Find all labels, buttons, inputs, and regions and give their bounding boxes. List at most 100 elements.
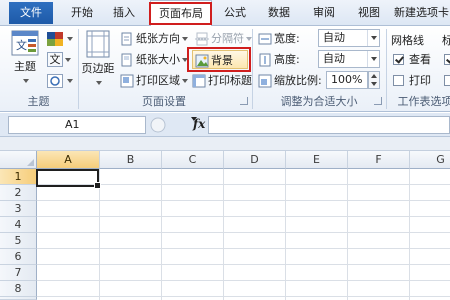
active-cell-a1[interactable] [36, 169, 101, 189]
tab-view[interactable]: 视图 [348, 0, 390, 26]
theme-colors-button[interactable] [47, 29, 73, 48]
chevron-down-icon [23, 79, 29, 83]
column-header[interactable]: B [100, 151, 162, 169]
chevron-down-icon [367, 30, 379, 46]
gridlines-print-label: 打印 [409, 74, 431, 87]
row-header[interactable]: 3 [0, 201, 37, 217]
breaks-label: 分隔符 [211, 32, 244, 45]
grid-line [37, 296, 450, 297]
theme-fonts-button[interactable]: 文 [47, 50, 71, 69]
themes-button[interactable]: 文 主题 [7, 28, 43, 90]
breaks-button[interactable]: 分隔符 [195, 29, 252, 48]
tab-review[interactable]: 审阅 [303, 0, 345, 26]
name-box[interactable]: A1 [8, 116, 197, 134]
scale-label: 缩放比例: [274, 74, 322, 87]
scale-launcher-icon[interactable] [374, 97, 382, 105]
row-header[interactable]: 8 [0, 281, 37, 297]
grid-line [37, 248, 450, 249]
tab-new-tab[interactable]: 新建选项卡 [394, 0, 450, 26]
name-box-value: A1 [65, 118, 80, 131]
scale-group-label: 调整为合适大小 [280, 95, 358, 108]
print-titles-label: 打印标题 [208, 74, 252, 87]
paper-size-icon [121, 53, 132, 67]
formula-input[interactable] [208, 116, 450, 134]
grid-line [37, 200, 450, 201]
headings-print-checkbox[interactable] [444, 75, 450, 86]
tab-data[interactable]: 数据 [258, 0, 300, 26]
themes-group-label: 主题 [27, 95, 50, 108]
grid-top-gap [0, 137, 450, 151]
excel-window: 文件 开始 插入 页面布局 公式 数据 审阅 视图 新建选项卡 文 主题 文 主… [0, 0, 450, 300]
column-header[interactable]: A [37, 151, 100, 169]
select-all-corner[interactable] [0, 151, 37, 169]
headings-header: 标 [442, 34, 450, 47]
orientation-icon [121, 32, 132, 46]
page-setup-group-label: 页面设置 [142, 95, 186, 108]
row-header[interactable]: 4 [0, 217, 37, 233]
grid-line [37, 264, 450, 265]
width-select[interactable]: 自动 [318, 29, 380, 47]
column-header[interactable]: F [348, 151, 410, 169]
theme-fonts-icon: 文 [47, 52, 63, 67]
size-label: 纸张大小 [136, 53, 180, 66]
ribbon-tab-bar: 文件 开始 插入 页面布局 公式 数据 审阅 视图 新建选项卡 [0, 0, 450, 27]
size-button[interactable]: 纸张大小 [120, 50, 188, 69]
background-highlight-box [187, 47, 251, 72]
print-titles-button[interactable]: 打印标题 [192, 71, 252, 90]
tab-insert[interactable]: 插入 [104, 0, 144, 26]
scale-input[interactable]: 100% [326, 71, 368, 89]
tab-highlight-box [149, 2, 212, 25]
breaks-icon [195, 32, 209, 46]
theme-effects-button[interactable] [47, 71, 73, 90]
margins-icon [86, 30, 110, 58]
scale-icon [258, 74, 272, 88]
height-select[interactable]: 自动 [318, 50, 380, 68]
themes-label: 主题 [14, 60, 36, 73]
width-icon [258, 33, 272, 45]
margins-button[interactable]: 页边距 [80, 28, 116, 90]
height-value: 自动 [323, 52, 345, 65]
margins-label: 页边距 [81, 62, 115, 75]
row-header[interactable]: 1 [0, 169, 37, 185]
orientation-label: 纸张方向 [136, 32, 180, 45]
headings-view-checkbox[interactable] [444, 54, 450, 65]
row-header[interactable]: 6 [0, 249, 37, 265]
grid-line [37, 280, 450, 281]
row-header[interactable]: 7 [0, 265, 37, 281]
column-header[interactable]: C [162, 151, 224, 169]
ribbon-page-layout: 文 主题 文 主题 页边距 纸张方向 纸张大小 打印区域 分隔符 背景 打印标题… [0, 26, 450, 112]
theme-effects-icon [47, 74, 63, 88]
print-area-button[interactable]: 打印区域 [120, 71, 188, 90]
width-label: 宽度: [274, 32, 300, 45]
fx-icon[interactable]: fx [193, 117, 205, 131]
row-header[interactable]: 5 [0, 233, 37, 249]
page-setup-launcher-icon[interactable] [240, 97, 248, 105]
grid-line [37, 216, 450, 217]
height-icon [259, 53, 271, 67]
column-header[interactable]: G [410, 151, 450, 169]
theme-colors-icon [47, 32, 63, 46]
row-header[interactable]: 2 [0, 185, 37, 201]
formula-bar: A1 fx [0, 113, 450, 137]
gridlines-header: 网格线 [391, 34, 424, 47]
tab-file[interactable]: 文件 [9, 2, 53, 24]
width-value: 自动 [323, 31, 345, 44]
print-titles-icon [192, 74, 206, 88]
print-area-label: 打印区域 [136, 74, 180, 87]
gridlines-print-checkbox[interactable] [393, 75, 404, 86]
themes-icon: 文 [11, 30, 39, 56]
scale-spinner[interactable] [368, 71, 380, 89]
chevron-down-icon [367, 51, 379, 67]
svg-text:文: 文 [16, 38, 27, 52]
column-header[interactable]: D [224, 151, 286, 169]
sheet-options-group-label: 工作表选项 [397, 95, 450, 108]
orientation-button[interactable]: 纸张方向 [120, 29, 188, 48]
grid-line [37, 232, 450, 233]
worksheet-grid[interactable]: A B C D E F G 1 2 3 4 5 6 7 8 9 [0, 137, 450, 300]
gridlines-view-checkbox[interactable] [393, 54, 404, 65]
tab-formulas[interactable]: 公式 [215, 0, 255, 26]
tab-home[interactable]: 开始 [62, 0, 102, 26]
function-wizard-circle-icon [150, 117, 166, 133]
column-header[interactable]: E [286, 151, 348, 169]
gridlines-view-label: 查看 [409, 53, 431, 66]
